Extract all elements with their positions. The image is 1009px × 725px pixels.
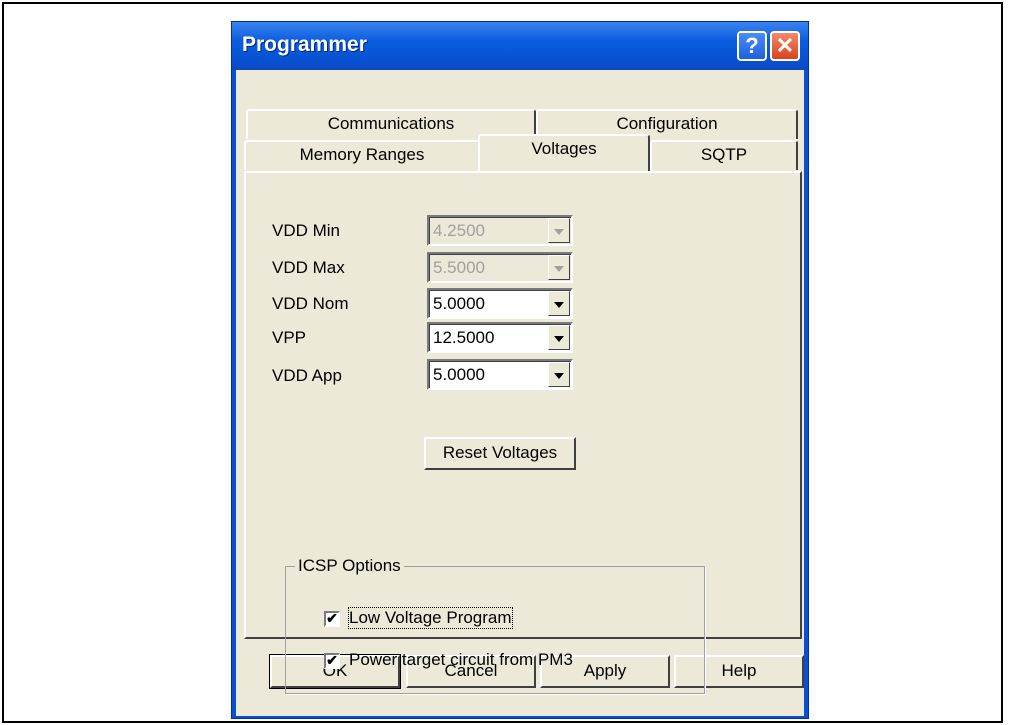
reset-voltages-button[interactable]: Reset Voltages: [424, 437, 576, 470]
power-target-checkbox[interactable]: ✔: [324, 653, 340, 669]
vpp-label: VPP: [272, 328, 307, 347]
chevron-down-icon[interactable]: [548, 362, 570, 387]
chevron-down-icon[interactable]: [548, 291, 570, 316]
help-icon[interactable]: ?: [737, 31, 767, 61]
dialog-title: Programmer: [242, 33, 367, 56]
voltages-panel: VDD Min 4.2500 VDD Max 5.5000 VDD Nom 5.…: [244, 171, 802, 694]
tab-voltages[interactable]: Voltages: [478, 134, 650, 171]
low-voltage-label[interactable]: Low Voltage Program: [348, 607, 513, 629]
checkmark-icon: ✔: [326, 610, 338, 626]
vpp-combo[interactable]: 12.5000: [427, 322, 573, 353]
icsp-options-group: ICSP Options ✔ Low Voltage Program ✔ Pow…: [285, 556, 705, 694]
chevron-down-icon: [548, 255, 570, 280]
vdd-max-label: VDD Max: [272, 258, 345, 277]
chevron-down-icon: [548, 218, 570, 243]
vdd-nom-combo[interactable]: 5.0000: [427, 288, 573, 319]
vdd-app-value[interactable]: 5.0000: [433, 365, 485, 385]
programmer-dialog: Programmer ? ✕ Communications Configurat…: [231, 21, 809, 719]
vdd-min-label: VDD Min: [272, 221, 341, 240]
tab-sqtp[interactable]: SQTP: [650, 140, 798, 170]
vdd-app-combo[interactable]: 5.0000: [427, 359, 573, 390]
close-icon[interactable]: ✕: [770, 31, 800, 61]
vdd-max-combo: 5.5000: [427, 252, 573, 283]
low-voltage-checkbox[interactable]: ✔: [324, 611, 340, 627]
vdd-nom-label: VDD Nom: [272, 294, 349, 313]
dialog-client: Communications Configuration Memory Rang…: [236, 70, 804, 716]
vdd-max-value: 5.5000: [433, 258, 485, 277]
power-target-label[interactable]: Power target circuit from PM3: [349, 650, 573, 670]
vdd-app-label: VDD App: [272, 366, 342, 385]
tab-memory-ranges[interactable]: Memory Ranges: [244, 140, 480, 170]
icsp-options-title: ICSP Options: [295, 556, 404, 576]
title-bar[interactable]: Programmer ? ✕: [232, 22, 808, 70]
vdd-nom-value[interactable]: 5.0000: [433, 294, 485, 314]
vdd-min-combo: 4.2500: [427, 215, 573, 246]
vdd-min-value: 4.2500: [433, 221, 485, 240]
chevron-down-icon[interactable]: [548, 325, 570, 350]
vpp-value[interactable]: 12.5000: [433, 328, 494, 348]
checkmark-icon: ✔: [326, 652, 338, 668]
